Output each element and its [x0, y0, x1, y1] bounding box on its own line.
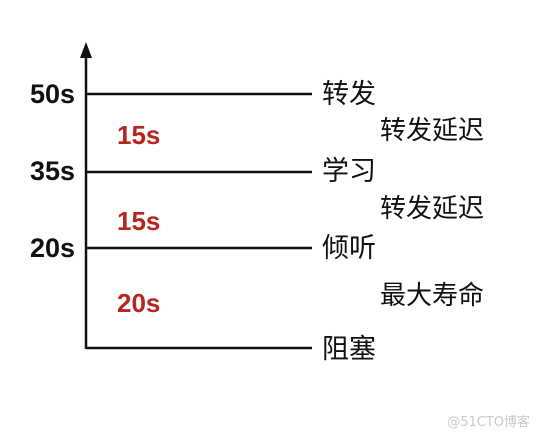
note-forward-delay-2: 转发延迟	[380, 194, 485, 224]
tick-label-50s: 50s	[29, 79, 75, 109]
watermark: @51CTO博客	[447, 415, 530, 430]
tick-label-20s: 20s	[29, 233, 75, 263]
tick-label-35s: 35s	[29, 156, 75, 186]
stp-timer-diagram: 50s 35s 20s 15s 15s 20s 转发 学习 倾听 阻塞 转发延迟…	[0, 0, 538, 438]
duration-max-age: 20s	[117, 288, 161, 318]
note-forward-delay-1: 转发延迟	[380, 116, 485, 146]
duration-forward-delay-1: 15s	[117, 120, 161, 150]
axis-arrow-icon	[80, 42, 92, 58]
state-label-blocking: 阻塞	[322, 334, 376, 365]
state-label-learning: 学习	[322, 156, 376, 187]
state-label-listening: 倾听	[322, 233, 376, 264]
note-max-age: 最大寿命	[380, 281, 485, 311]
state-label-forwarding: 转发	[322, 79, 376, 110]
duration-forward-delay-2: 15s	[117, 206, 161, 236]
